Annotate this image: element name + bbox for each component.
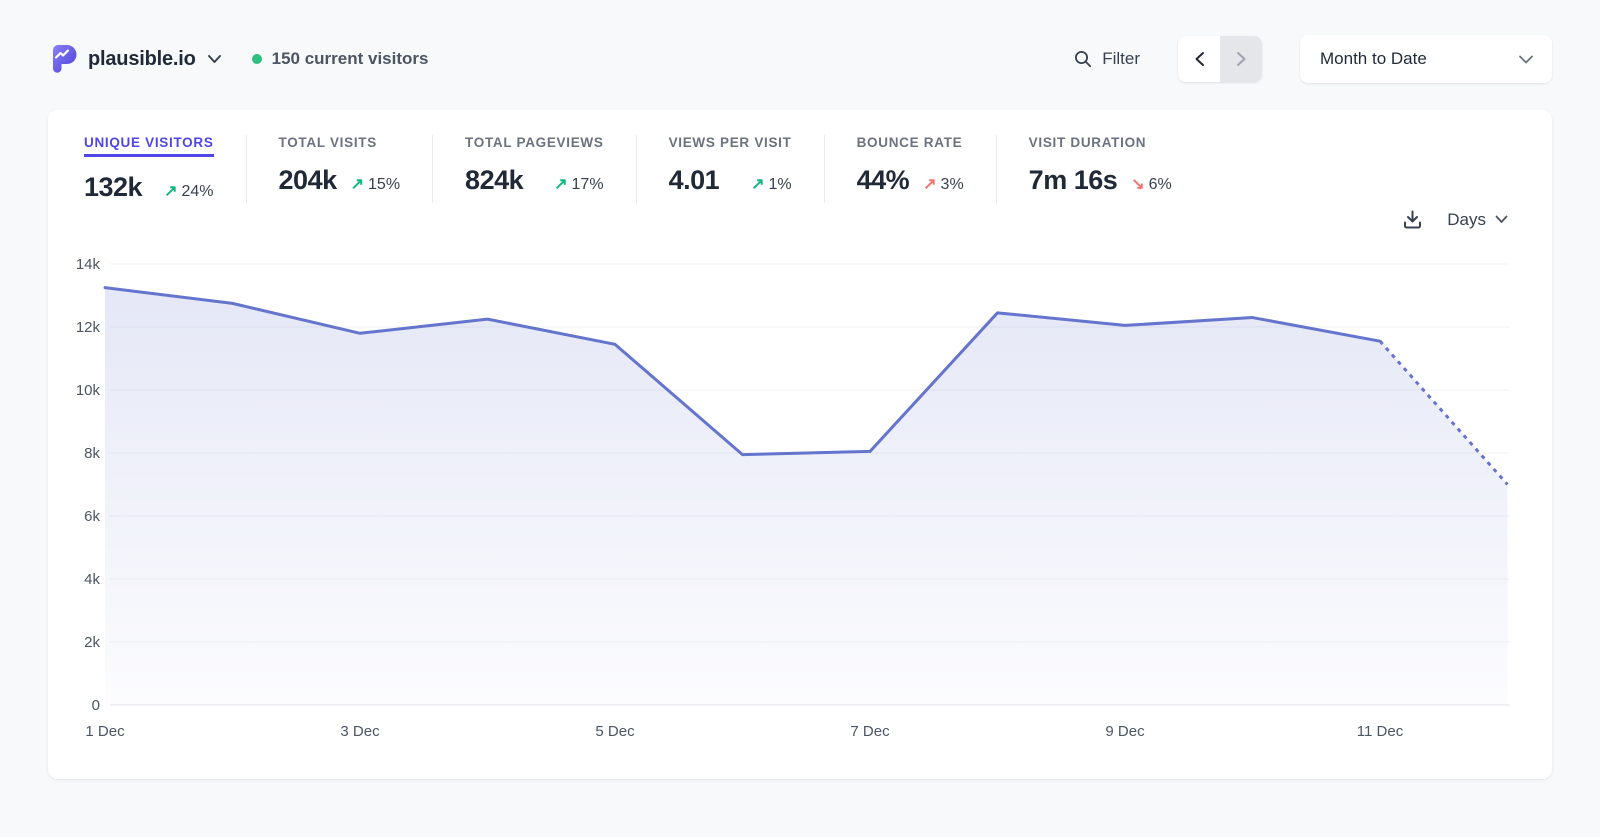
- stat-value: 7m 16s: [1029, 165, 1118, 196]
- visitors-chart[interactable]: 0 2k 4k 6k 8k 10k 12k 14k 1 Dec 3 Dec 5 Dec 7 Dec 9 …: [48, 110, 1552, 779]
- analytics-card: UNIQUE VISITORS 132k ↗ 24% TOTAL VISITS 2…: [48, 110, 1552, 779]
- site-name: plausible.io: [88, 48, 196, 71]
- stat-visit-duration[interactable]: VISIT DURATION 7m 16s ↘ 6%: [996, 135, 1204, 203]
- stats-row: UNIQUE VISITORS 132k ↗ 24% TOTAL VISITS 2…: [48, 110, 1552, 203]
- stat-bounce-rate[interactable]: BOUNCE RATE 44% ↗ 3%: [824, 135, 996, 203]
- y-axis-tick-label: 12k: [76, 319, 101, 336]
- y-axis-tick-label: 4k: [84, 571, 100, 588]
- current-visitors-label: 150 current visitors: [272, 49, 429, 69]
- stat-label: TOTAL PAGEVIEWS: [465, 135, 604, 150]
- filter-button[interactable]: Filter: [1074, 49, 1140, 69]
- chevron-left-icon: [1194, 51, 1205, 67]
- stat-label: TOTAL VISITS: [279, 135, 377, 150]
- date-nav-arrows: [1178, 36, 1262, 82]
- x-axis-tick-label: 1 Dec: [85, 723, 125, 740]
- chevron-down-icon: [1495, 215, 1508, 224]
- stat-label: VIEWS PER VISIT: [669, 135, 792, 150]
- trend-down-icon: ↘: [1131, 174, 1144, 194]
- stat-value: 204k: [279, 165, 337, 196]
- stat-change: 15%: [368, 176, 400, 194]
- stat-value: 824k: [465, 165, 523, 196]
- dashboard-page: plausible.io 150 current visitors Filte: [0, 34, 1600, 779]
- chevron-right-icon: [1236, 51, 1247, 67]
- download-icon: [1402, 209, 1423, 230]
- trend-up-icon: ↗: [164, 181, 177, 201]
- stat-change: 3%: [941, 176, 964, 194]
- y-axis-tick-label: 10k: [76, 382, 101, 399]
- stat-value: 44%: [857, 165, 910, 196]
- previous-period-button[interactable]: [1178, 36, 1220, 82]
- top-bar: plausible.io 150 current visitors Filte: [48, 34, 1552, 84]
- stat-total-visits[interactable]: TOTAL VISITS 204k ↗15%: [246, 135, 433, 203]
- y-axis-tick-label: 2k: [84, 634, 100, 651]
- site-picker[interactable]: plausible.io: [48, 44, 222, 74]
- y-axis-tick-label: 6k: [84, 508, 100, 525]
- chevron-down-icon: [207, 54, 222, 64]
- plausible-logo-icon: [48, 44, 77, 74]
- date-range-dropdown[interactable]: Month to Date: [1300, 35, 1552, 83]
- date-range-label: Month to Date: [1320, 49, 1427, 69]
- trend-up-icon: ↗: [923, 174, 936, 194]
- stat-label: UNIQUE VISITORS: [84, 135, 214, 157]
- stat-views-per-visit[interactable]: VIEWS PER VISIT 4.01 ↗1%: [636, 135, 824, 203]
- stat-value: 4.01: [669, 165, 720, 196]
- x-axis-tick-label: 9 Dec: [1105, 723, 1145, 740]
- interval-label: Days: [1447, 210, 1486, 230]
- stat-label: VISIT DURATION: [1029, 135, 1147, 150]
- stat-unique-visitors[interactable]: UNIQUE VISITORS 132k ↗ 24%: [84, 135, 246, 203]
- chart-controls: Days: [1402, 209, 1508, 230]
- stat-value: 132k: [84, 172, 142, 203]
- chart-area: [105, 288, 1508, 705]
- current-visitors[interactable]: 150 current visitors: [252, 49, 429, 69]
- stat-label: BOUNCE RATE: [857, 135, 963, 150]
- y-axis-tick-label: 14k: [76, 256, 101, 273]
- y-axis-tick-label: 0: [92, 697, 100, 714]
- top-bar-right: Filter Month to Date: [1074, 35, 1552, 83]
- filter-label: Filter: [1102, 49, 1140, 69]
- stat-change: 1%: [768, 176, 791, 194]
- trend-up-icon: ↗: [751, 174, 764, 194]
- trend-up-icon: ↗: [554, 174, 567, 194]
- interval-dropdown[interactable]: Days: [1447, 210, 1508, 230]
- stat-change: 24%: [182, 183, 214, 201]
- trend-up-icon: ↗: [351, 174, 364, 194]
- x-axis-tick-label: 11 Dec: [1357, 723, 1404, 740]
- next-period-button[interactable]: [1220, 36, 1262, 82]
- live-dot-icon: [252, 54, 262, 64]
- stat-change: 17%: [572, 176, 604, 194]
- stat-change: 6%: [1149, 176, 1172, 194]
- y-axis-tick-label: 8k: [84, 445, 100, 462]
- top-bar-left: plausible.io 150 current visitors: [48, 44, 428, 74]
- search-icon: [1074, 50, 1092, 68]
- stat-total-pageviews[interactable]: TOTAL PAGEVIEWS 824k ↗ 17%: [432, 135, 636, 203]
- x-axis-tick-label: 7 Dec: [850, 723, 890, 740]
- chevron-down-icon: [1518, 54, 1534, 65]
- download-button[interactable]: [1402, 209, 1423, 230]
- x-axis-tick-label: 3 Dec: [340, 723, 380, 740]
- x-axis-tick-label: 5 Dec: [595, 723, 635, 740]
